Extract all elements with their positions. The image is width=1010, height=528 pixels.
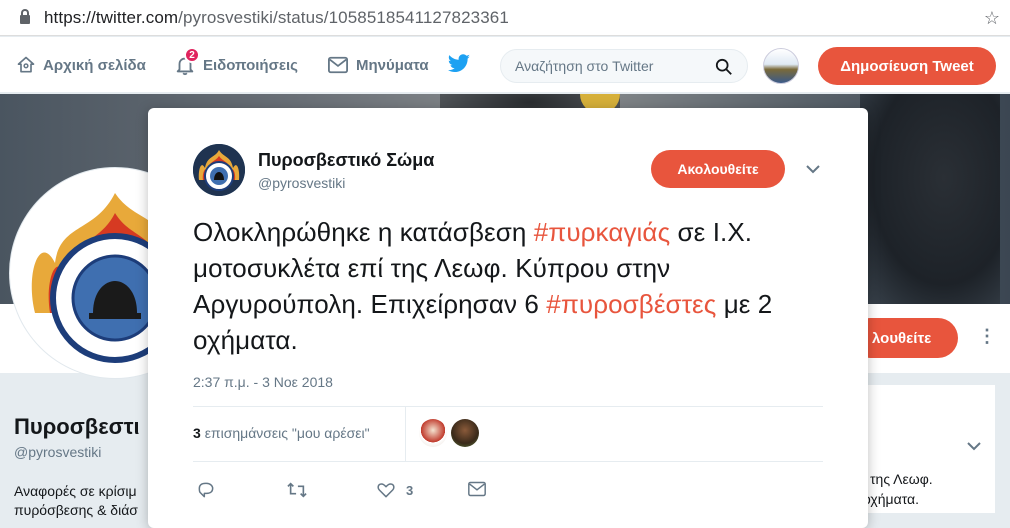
nav-home[interactable]: Αρχική σελίδα: [16, 37, 146, 93]
profile-name: Πυροσβεστι: [14, 414, 140, 439]
reply-icon: [198, 482, 214, 498]
tweet-text: Ολοκληρώθηκε η κατάσβεση #πυρκαγιάς σε Ι…: [193, 217, 773, 355]
nav-messages-label: Μηνύματα: [356, 56, 429, 74]
liker-avatar[interactable]: [419, 419, 447, 447]
lock-icon: [20, 9, 30, 24]
chevron-down-icon[interactable]: [967, 441, 981, 451]
heart-icon: [377, 483, 395, 498]
tweet-timestamp[interactable]: 2:37 π.μ. - 3 Νοε 2018: [193, 374, 333, 390]
browser-url-bar[interactable]: https://twitter.com/pyrosvestiki/status/…: [0, 0, 1010, 36]
retweet-icon: [287, 482, 307, 498]
search-placeholder: Αναζήτηση στο Twitter: [515, 58, 654, 74]
nav-home-label: Αρχική σελίδα: [43, 56, 146, 74]
profile-bio: Αναφορές σε κρίσιμ πυρόσβεσης & διάσ: [14, 483, 138, 518]
more-options-icon[interactable]: ⋮: [978, 326, 996, 347]
search-icon[interactable]: [715, 58, 733, 76]
retweet-button[interactable]: [286, 480, 308, 500]
tweet-stats: 3 επισημάνσεις "μου αρέσει": [193, 406, 823, 462]
hashtag-link[interactable]: #πυροσβέστες: [546, 289, 716, 319]
reply-button[interactable]: [196, 480, 216, 500]
author-handle[interactable]: @pyrosvestiki: [258, 175, 345, 191]
nav-notifications[interactable]: 2 Ειδοποιήσεις: [174, 37, 298, 93]
author-name[interactable]: Πυροσβεστικό Σώμα: [258, 150, 434, 171]
nav-notifications-label: Ειδοποιήσεις: [203, 56, 298, 74]
follow-button[interactable]: Ακολουθείτε: [651, 150, 785, 188]
tweet-button[interactable]: Δημοσίευση Tweet: [818, 47, 996, 85]
hashtag-link[interactable]: #πυρκαγιάς: [534, 217, 670, 247]
like-button[interactable]: 3: [376, 480, 413, 500]
twitter-bird-icon[interactable]: [447, 53, 471, 75]
like-count: 3: [406, 482, 414, 498]
home-icon: [17, 56, 35, 73]
envelope-icon: [328, 56, 348, 74]
notifications-badge: 2: [184, 47, 200, 63]
top-navigation: Αρχική σελίδα 2 Ειδοποιήσεις Μηνύματα Αν…: [0, 37, 1010, 93]
bookmark-star-icon[interactable]: ☆: [984, 8, 1000, 29]
chevron-down-icon[interactable]: [806, 164, 820, 174]
fire-service-logo-icon: [193, 144, 245, 196]
direct-message-button[interactable]: [467, 480, 487, 498]
url-text[interactable]: https://twitter.com/pyrosvestiki/status/…: [44, 8, 509, 28]
author-avatar[interactable]: [193, 144, 245, 196]
nav-messages[interactable]: Μηνύματα: [327, 37, 429, 93]
tweet-modal: Πυροσβεστικό Σώμα @pyrosvestiki Ακολουθε…: [148, 108, 868, 528]
user-avatar[interactable]: [763, 48, 799, 84]
search-input[interactable]: Αναζήτηση στο Twitter: [500, 49, 748, 83]
likes-stat[interactable]: 3 επισημάνσεις "μου αρέσει": [193, 425, 370, 441]
tweet-actions: 3: [193, 476, 593, 506]
stats-divider: [405, 407, 406, 462]
envelope-icon: [468, 481, 486, 497]
profile-handle: @pyrosvestiki: [14, 444, 102, 460]
liker-avatar[interactable]: [451, 419, 479, 447]
